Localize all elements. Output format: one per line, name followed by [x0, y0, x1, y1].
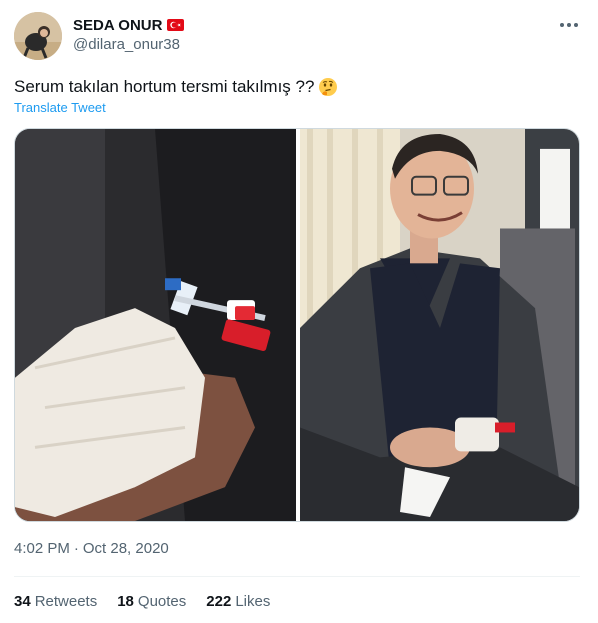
retweets-label: Retweets: [34, 593, 98, 610]
display-name[interactable]: SEDA ONUR: [73, 17, 162, 34]
handle[interactable]: @dilara_onur38: [73, 36, 180, 53]
dot-icon: [567, 23, 571, 27]
iv-line-hand-image: [15, 129, 296, 521]
tweet-date: Oct 28, 2020: [82, 540, 169, 557]
man-in-chair-image: [300, 129, 579, 521]
divider: [14, 576, 580, 577]
tweet-stats: 34 Retweets 18 Quotes 222 Likes: [14, 593, 270, 610]
quotes-label: Quotes: [137, 593, 187, 610]
more-options-button[interactable]: [558, 16, 580, 34]
quotes-count: 18: [117, 593, 134, 610]
avatar[interactable]: [14, 12, 62, 60]
media-photo-right[interactable]: [300, 129, 579, 521]
media-gallery: [14, 128, 580, 522]
tweet-time: 4:02 PM: [14, 540, 70, 557]
thinking-face-emoji-icon: [318, 77, 338, 97]
likes-count: 222: [206, 593, 232, 610]
retweets-stat[interactable]: 34 Retweets: [14, 593, 97, 610]
turkey-flag-icon: [167, 19, 185, 31]
tweet-text: Serum takılan hortum tersmi takılmış ??: [14, 77, 338, 97]
likes-stat[interactable]: 222 Likes: [206, 593, 270, 610]
likes-label: Likes: [235, 593, 271, 610]
tweet-card: SEDA ONUR @dilara_onur38 Serum takılan h…: [0, 0, 598, 623]
name-row: SEDA ONUR: [73, 15, 185, 35]
translate-tweet-link[interactable]: Translate Tweet: [14, 100, 106, 115]
timestamp-separator: ·: [73, 540, 79, 557]
quotes-stat[interactable]: 18 Quotes: [117, 593, 186, 610]
media-photo-left[interactable]: [15, 129, 296, 521]
dot-icon: [574, 23, 578, 27]
dot-icon: [560, 23, 564, 27]
retweets-count: 34: [14, 593, 31, 610]
tweet-timestamp[interactable]: 4:02 PM · Oct 28, 2020: [14, 540, 169, 557]
tweet-text-content: Serum takılan hortum tersmi takılmış ??: [14, 77, 315, 96]
avatar-image: [14, 12, 62, 60]
